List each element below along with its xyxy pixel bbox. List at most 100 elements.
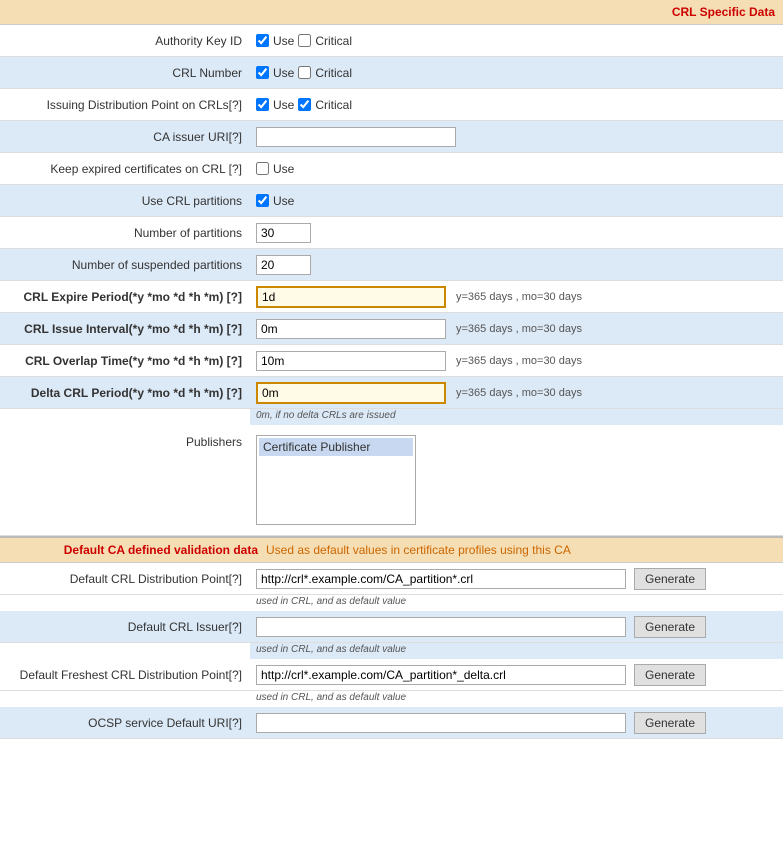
default-freshest-crl-hint: used in CRL, and as default value (250, 691, 783, 707)
keep-expired-row: Keep expired certificates on CRL [?] Use (0, 153, 783, 185)
authority-key-id-use-group: Use (256, 34, 294, 48)
authority-key-id-critical-checkbox[interactable] (298, 34, 311, 47)
delta-crl-period-row: Delta CRL Period(*y *mo *d *h *m) [?] y=… (0, 377, 783, 409)
default-crl-dist-point-label: Default CRL Distribution Point[?] (0, 568, 250, 590)
num-suspended-input[interactable] (256, 255, 311, 275)
ocsp-default-uri-wrapper: OCSP service Default URI[?] Generate (0, 707, 783, 739)
crl-overlap-time-controls: y=365 days , mo=30 days (250, 347, 783, 375)
crl-number-critical-group: Critical (298, 66, 352, 80)
ocsp-default-uri-row: OCSP service Default URI[?] Generate (0, 707, 783, 739)
crl-number-use-checkbox[interactable] (256, 66, 269, 79)
use-crl-partitions-use-group: Use (256, 194, 294, 208)
crl-overlap-time-input[interactable] (256, 351, 446, 371)
issuing-dist-point-critical-checkbox[interactable] (298, 98, 311, 111)
use-crl-partitions-use-label: Use (273, 194, 294, 208)
keep-expired-use-checkbox[interactable] (256, 162, 269, 175)
default-ca-section-header: Default CA defined validation data Used … (0, 536, 783, 563)
delta-crl-period-subhint: 0m, if no delta CRLs are issued (250, 409, 783, 425)
crl-expire-period-row: CRL Expire Period(*y *mo *d *h *m) [?] y… (0, 281, 783, 313)
crl-issue-interval-row: CRL Issue Interval(*y *mo *d *h *m) [?] … (0, 313, 783, 345)
publishers-row: Publishers Certificate Publisher (0, 425, 783, 536)
issuing-dist-point-use-group: Use (256, 98, 294, 112)
default-crl-issuer-hint: used in CRL, and as default value (250, 643, 783, 659)
default-freshest-crl-generate-button[interactable]: Generate (634, 664, 706, 686)
num-partitions-label: Number of partitions (0, 222, 250, 244)
use-crl-partitions-use-checkbox[interactable] (256, 194, 269, 207)
crl-expire-period-input[interactable] (256, 286, 446, 308)
delta-crl-period-hint: y=365 days , mo=30 days (456, 387, 582, 399)
default-crl-dist-point-input[interactable] (256, 569, 626, 589)
delta-crl-period-input[interactable] (256, 382, 446, 404)
issuing-dist-point-critical-group: Critical (298, 98, 352, 112)
default-crl-issuer-input[interactable] (256, 617, 626, 637)
crl-issue-interval-hint: y=365 days , mo=30 days (456, 323, 582, 335)
keep-expired-controls: Use (250, 158, 783, 180)
authority-key-id-critical-label: Critical (315, 34, 352, 48)
default-crl-issuer-label: Default CRL Issuer[?] (0, 616, 250, 638)
issuing-dist-point-use-checkbox[interactable] (256, 98, 269, 111)
issuing-dist-point-row: Issuing Distribution Point on CRLs[?] Us… (0, 89, 783, 121)
authority-key-id-row: Authority Key ID Use Critical (0, 25, 783, 57)
crl-number-label: CRL Number (0, 62, 250, 84)
keep-expired-label: Keep expired certificates on CRL [?] (0, 158, 250, 180)
ocsp-default-uri-label: OCSP service Default URI[?] (0, 712, 250, 734)
default-crl-dist-point-generate-button[interactable]: Generate (634, 568, 706, 590)
crl-issue-interval-label: CRL Issue Interval(*y *mo *d *h *m) [?] (0, 318, 250, 340)
default-crl-dist-point-hint: used in CRL, and as default value (250, 595, 783, 611)
authority-key-id-critical-group: Critical (298, 34, 352, 48)
crl-expire-period-hint: y=365 days , mo=30 days (456, 291, 582, 303)
default-ca-section: Default CA defined validation data Used … (0, 536, 783, 739)
issuing-dist-point-critical-label: Critical (315, 98, 352, 112)
default-crl-dist-point-row: Default CRL Distribution Point[?] Genera… (0, 563, 783, 595)
ocsp-default-uri-controls: Generate (250, 708, 783, 738)
publisher-item-certificate[interactable]: Certificate Publisher (259, 438, 413, 456)
crl-number-controls: Use Critical (250, 62, 783, 84)
delta-crl-period-controls: y=365 days , mo=30 days (250, 378, 783, 408)
default-ca-header-label: Default CA defined validation data (8, 543, 258, 557)
ocsp-default-uri-generate-button[interactable]: Generate (634, 712, 706, 734)
crl-issue-interval-controls: y=365 days , mo=30 days (250, 315, 783, 343)
crl-number-critical-checkbox[interactable] (298, 66, 311, 79)
default-ca-subheader: Used as default values in certificate pr… (266, 543, 571, 557)
crl-header-text: CRL Specific Data (672, 5, 775, 19)
publishers-controls: Certificate Publisher (250, 431, 783, 529)
default-freshest-crl-wrapper: Default Freshest CRL Distribution Point[… (0, 659, 783, 707)
crl-section-header: CRL Specific Data (0, 0, 783, 25)
crl-overlap-time-hint: y=365 days , mo=30 days (456, 355, 582, 367)
authority-key-id-controls: Use Critical (250, 30, 783, 52)
crl-number-critical-label: Critical (315, 66, 352, 80)
crl-expire-period-controls: y=365 days , mo=30 days (250, 282, 783, 312)
delta-crl-period-wrapper: Delta CRL Period(*y *mo *d *h *m) [?] y=… (0, 377, 783, 425)
issuing-dist-point-label: Issuing Distribution Point on CRLs[?] (0, 94, 250, 116)
crl-issue-interval-input[interactable] (256, 319, 446, 339)
authority-key-id-label: Authority Key ID (0, 30, 250, 52)
ca-issuer-uri-input[interactable] (256, 127, 456, 147)
crl-overlap-time-row: CRL Overlap Time(*y *mo *d *h *m) [?] y=… (0, 345, 783, 377)
num-suspended-row: Number of suspended partitions (0, 249, 783, 281)
crl-expire-period-label: CRL Expire Period(*y *mo *d *h *m) [?] (0, 286, 250, 308)
ocsp-default-uri-input[interactable] (256, 713, 626, 733)
publishers-listbox[interactable]: Certificate Publisher (256, 435, 416, 525)
default-crl-issuer-generate-button[interactable]: Generate (634, 616, 706, 638)
ca-issuer-uri-row: CA issuer URI[?] (0, 121, 783, 153)
ca-issuer-uri-controls (250, 123, 783, 151)
crl-number-use-group: Use (256, 66, 294, 80)
default-crl-issuer-row: Default CRL Issuer[?] Generate (0, 611, 783, 643)
crl-overlap-time-label: CRL Overlap Time(*y *mo *d *h *m) [?] (0, 350, 250, 372)
num-partitions-input[interactable] (256, 223, 311, 243)
default-freshest-crl-row: Default Freshest CRL Distribution Point[… (0, 659, 783, 691)
crl-number-use-label: Use (273, 66, 294, 80)
delta-crl-period-label: Delta CRL Period(*y *mo *d *h *m) [?] (0, 382, 250, 404)
use-crl-partitions-label: Use CRL partitions (0, 190, 250, 212)
num-partitions-controls (250, 219, 783, 247)
num-suspended-label: Number of suspended partitions (0, 254, 250, 276)
default-freshest-crl-input[interactable] (256, 665, 626, 685)
default-crl-issuer-controls: Generate (250, 612, 783, 642)
crl-section: CRL Specific Data Authority Key ID Use C… (0, 0, 783, 536)
default-freshest-crl-label: Default Freshest CRL Distribution Point[… (0, 664, 250, 686)
default-freshest-crl-controls: Generate (250, 660, 783, 690)
authority-key-id-use-checkbox[interactable] (256, 34, 269, 47)
default-crl-issuer-wrapper: Default CRL Issuer[?] Generate used in C… (0, 611, 783, 659)
issuing-dist-point-use-label: Use (273, 98, 294, 112)
ca-issuer-uri-label: CA issuer URI[?] (0, 126, 250, 148)
